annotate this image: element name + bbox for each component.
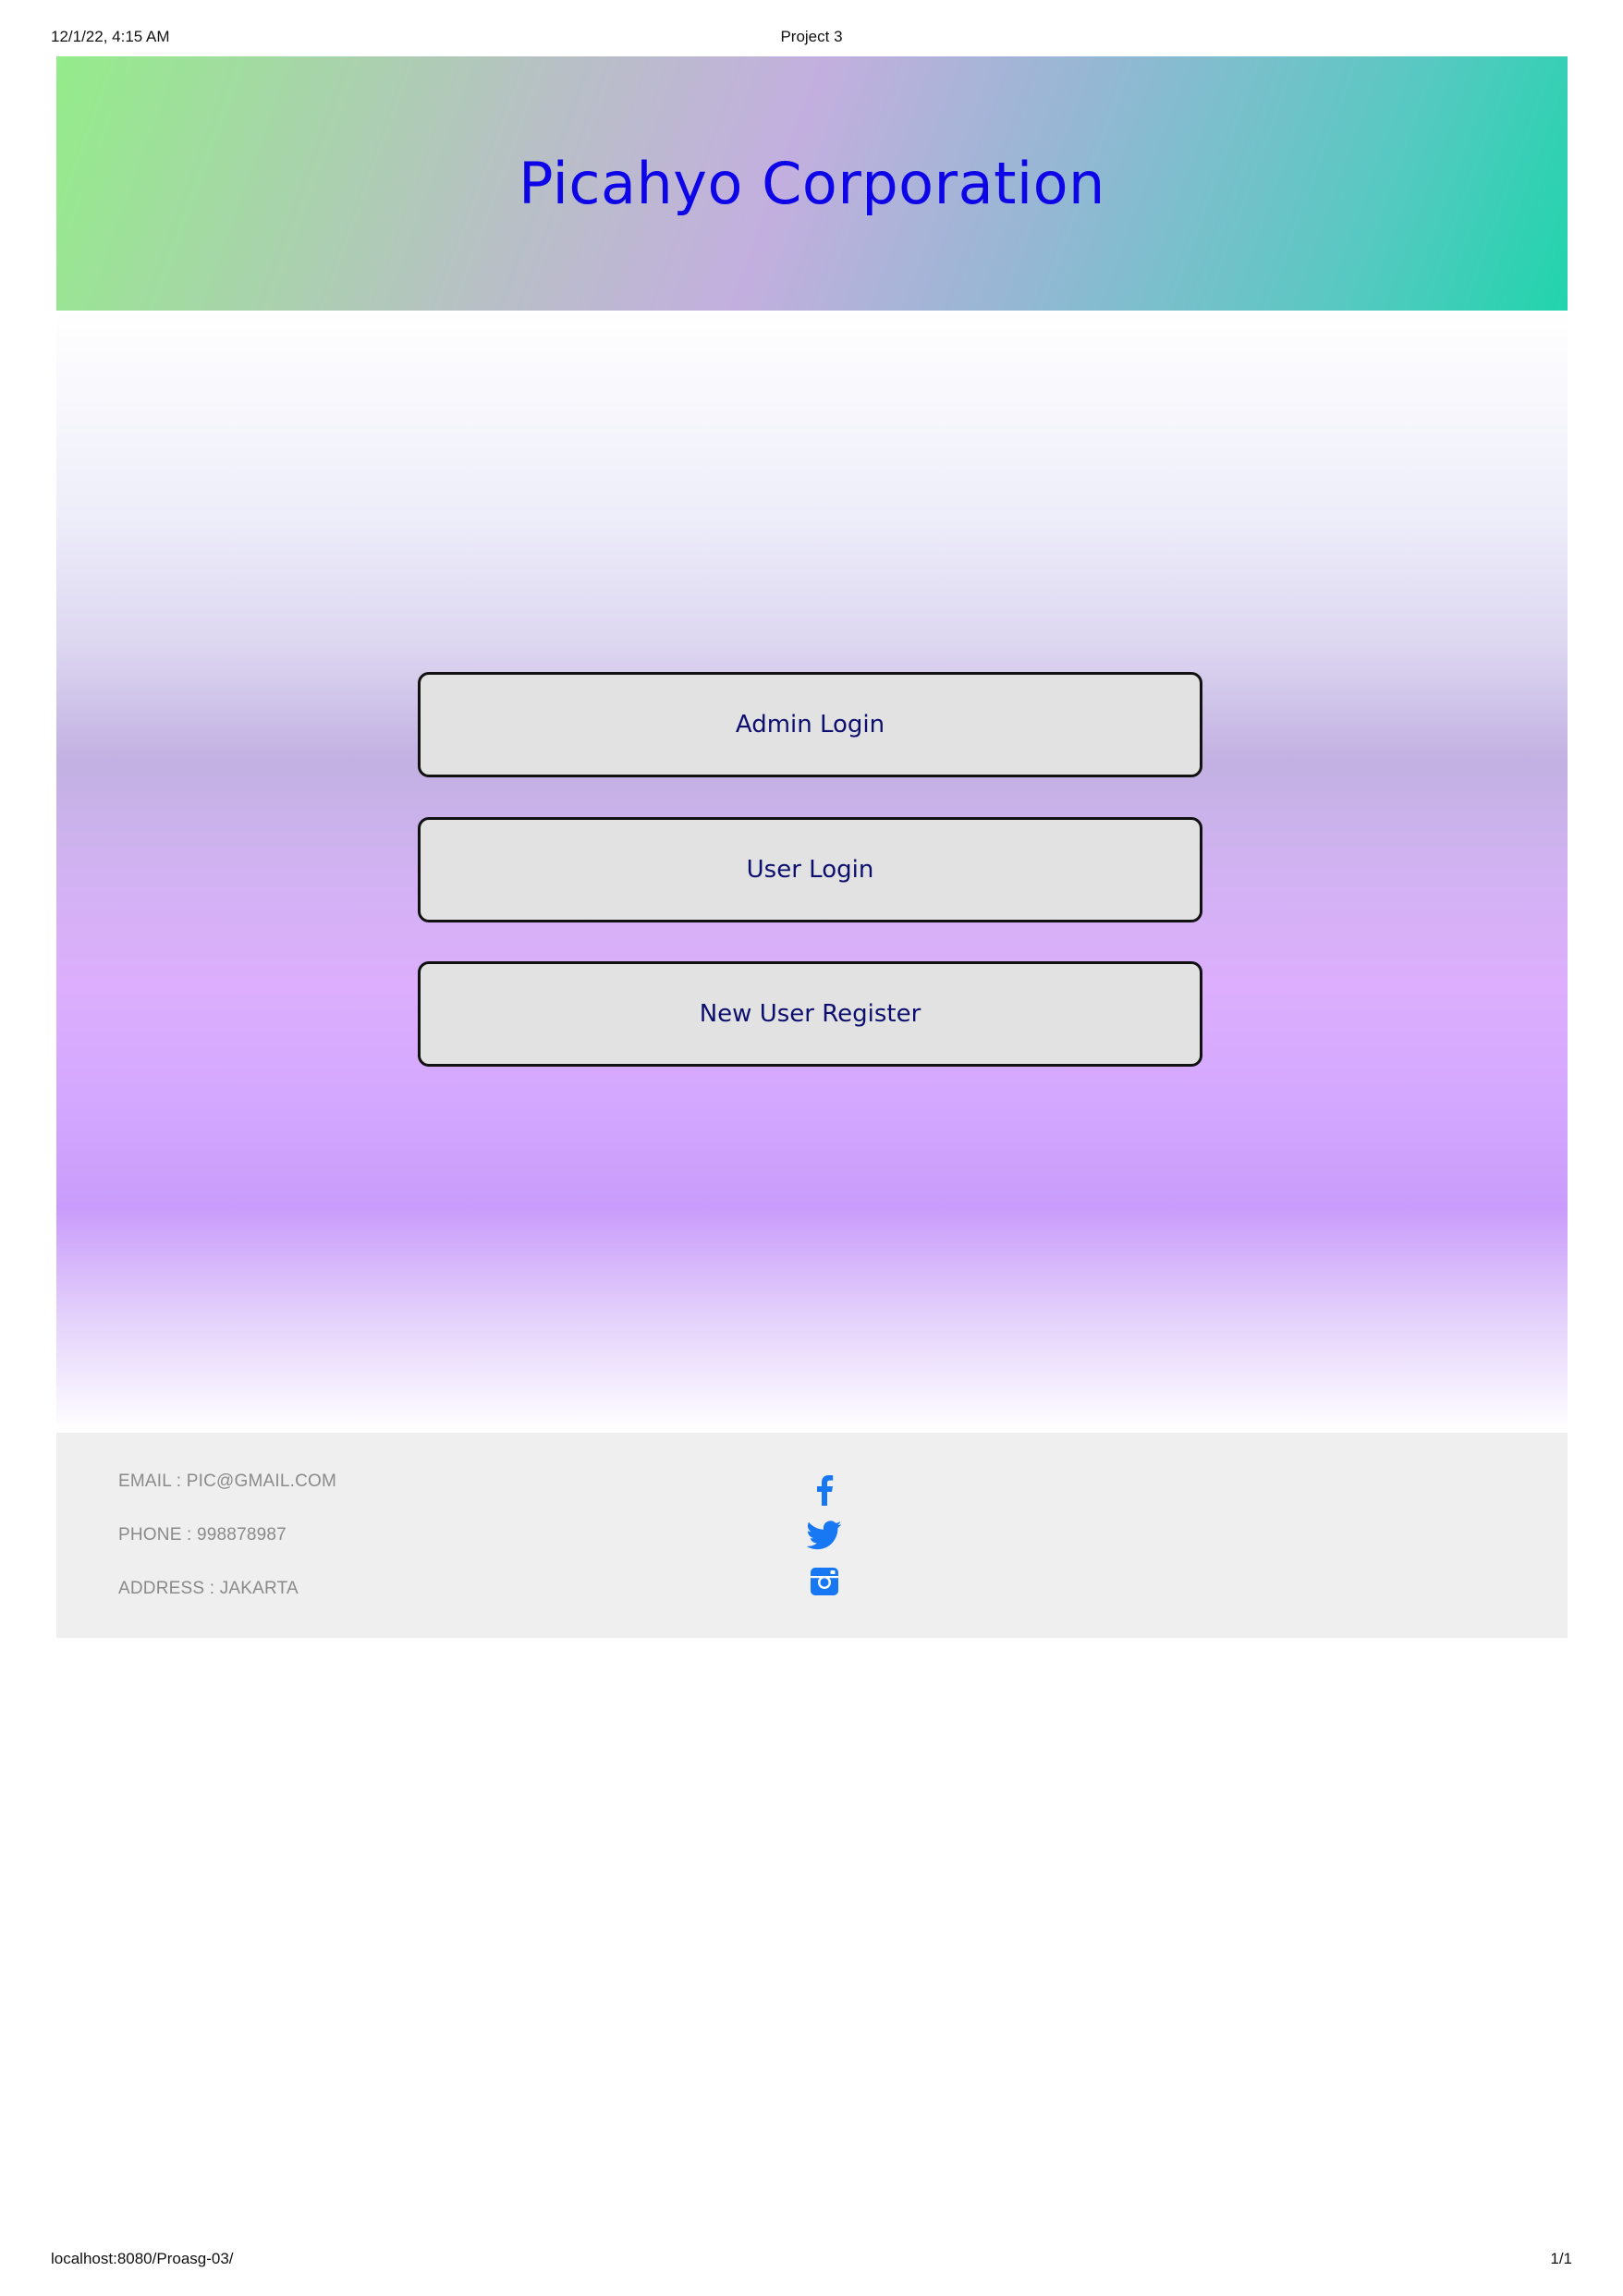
new-user-register-button[interactable]: New User Register (418, 961, 1202, 1067)
contact-phone: PHONE : 998878987 (118, 1525, 287, 1545)
instagram-icon[interactable] (807, 1564, 842, 1599)
facebook-icon[interactable] (807, 1472, 842, 1508)
footer: EMAIL : PIC@GMAIL.COM PHONE : 998878987 … (56, 1433, 1568, 1638)
header-banner: Picahyo Corporation (56, 56, 1568, 311)
print-page-number: 1/1 (1550, 2250, 1572, 2267)
print-url: localhost:8080/Proasg-03/ (51, 2250, 234, 2267)
user-login-button[interactable]: User Login (418, 817, 1202, 922)
brand-title: Picahyo Corporation (519, 150, 1105, 217)
twitter-icon[interactable] (807, 1518, 842, 1553)
print-header: 12/1/22, 4:15 AM Project 3 (0, 0, 1623, 55)
contact-address: ADDRESS : JAKARTA (118, 1579, 299, 1598)
admin-login-button[interactable]: Admin Login (418, 672, 1202, 777)
login-section: Admin Login User Login New User Register (56, 311, 1568, 1433)
contact-email: EMAIL : PIC@GMAIL.COM (118, 1472, 337, 1491)
print-page-title: Project 3 (780, 28, 843, 45)
